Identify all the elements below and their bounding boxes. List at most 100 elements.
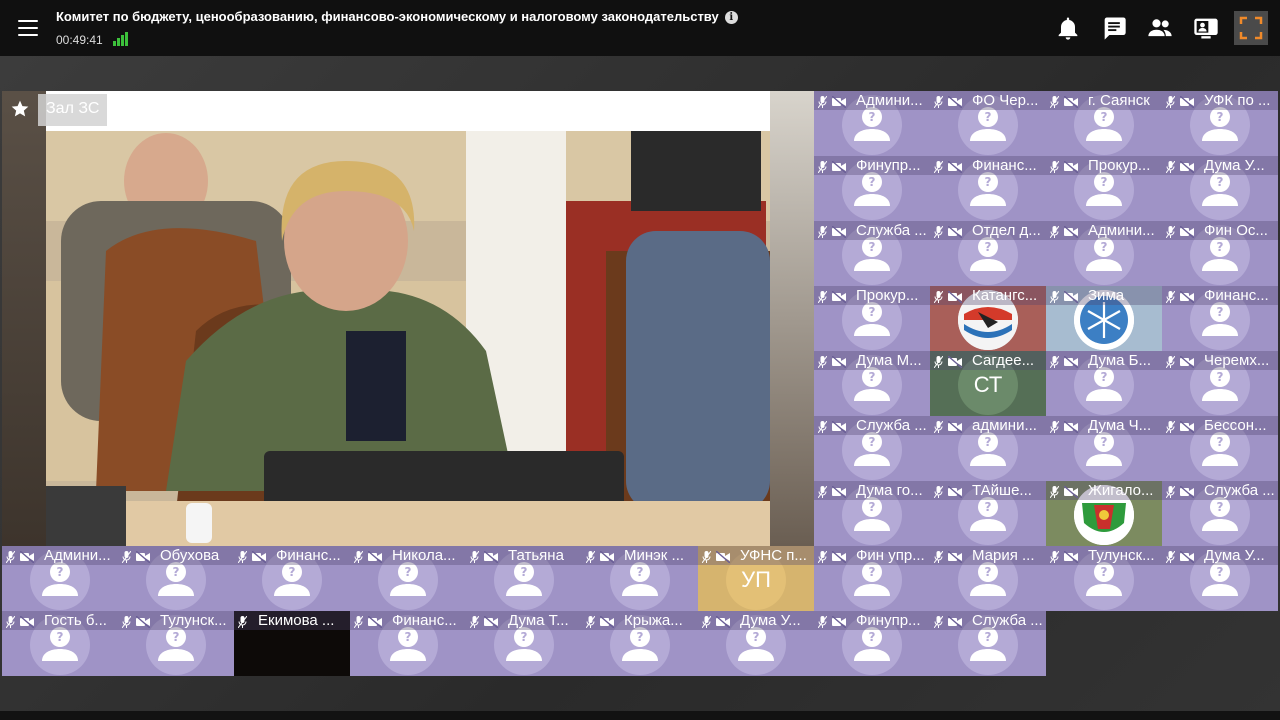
participant-tile[interactable]: ? Крыжа... (582, 611, 698, 676)
participant-name: Дума го... (856, 482, 923, 499)
mic-muted-icon (817, 420, 828, 434)
participant-tile[interactable]: ? Дума У... (1162, 156, 1278, 221)
participant-tile[interactable]: ? Дума У... (1162, 546, 1278, 611)
mic-muted-icon (1165, 485, 1176, 499)
participant-tile[interactable]: ? Служба ... (1162, 481, 1278, 546)
svg-text:?: ? (1217, 435, 1224, 449)
participant-tile[interactable]: Зима (1046, 286, 1162, 351)
participant-tile[interactable]: ? г. Саянск (1046, 91, 1162, 156)
participant-tile[interactable]: ? Фин Ос... (1162, 221, 1278, 286)
participant-tile[interactable]: Екимова ... (234, 611, 350, 676)
participants-icon[interactable] (1146, 14, 1174, 42)
mic-muted-icon (585, 550, 596, 564)
top-bar: Комитет по бюджету, ценообразованию, фин… (0, 0, 1280, 56)
participant-tile[interactable]: ? Тулунск... (1046, 546, 1162, 611)
participant-name: Екимова ... (258, 612, 335, 629)
participant-tile[interactable]: ? Бессон... (1162, 416, 1278, 481)
participant-tile[interactable]: ? Отдел д... (930, 221, 1046, 286)
participant-tile[interactable]: ? Татьяна (466, 546, 582, 611)
participant-tile[interactable]: ? Служба ... (814, 416, 930, 481)
camera-off-icon (135, 615, 151, 629)
participant-tile[interactable]: ? Минэк ... (582, 546, 698, 611)
mic-muted-icon (933, 95, 944, 109)
participant-tile[interactable]: ? Админи... (814, 91, 930, 156)
participant-tile[interactable]: ? Админи... (2, 546, 118, 611)
mic-muted-icon (1049, 485, 1060, 499)
participant-tile[interactable]: ? Дума М... (814, 351, 930, 416)
meeting-timer: 00:49:41 (56, 33, 103, 47)
participant-name: Финанс... (972, 157, 1037, 174)
participant-tile[interactable]: ? Дума Т... (466, 611, 582, 676)
participant-tile[interactable]: ? админи... (930, 416, 1046, 481)
participant-name: Никола... (392, 547, 456, 564)
participant-tile[interactable]: ? Служба ... (814, 221, 930, 286)
camera-off-icon (947, 420, 963, 434)
participant-tile[interactable]: ? Дума У... (698, 611, 814, 676)
participant-tile[interactable]: ? Финупр... (814, 611, 930, 676)
svg-text:?: ? (985, 630, 992, 644)
participant-tile[interactable]: ? Финупр... (814, 156, 930, 221)
menu-icon[interactable] (14, 16, 42, 40)
camera-off-icon (367, 615, 383, 629)
svg-text:?: ? (869, 240, 876, 254)
mic-muted-icon (1165, 550, 1176, 564)
screen-share-icon[interactable] (1192, 14, 1220, 42)
participant-tile[interactable]: ? ФО Чер... (930, 91, 1046, 156)
camera-off-icon (251, 550, 267, 564)
participant-tile[interactable]: ? Фин упр... (814, 546, 930, 611)
mic-muted-icon (5, 615, 16, 629)
svg-text:?: ? (985, 500, 992, 514)
participant-tile[interactable]: ? Гость б... (2, 611, 118, 676)
participant-name: Служба ... (856, 417, 927, 434)
camera-off-icon (831, 355, 847, 369)
mic-muted-icon (5, 550, 16, 564)
star-icon[interactable] (10, 99, 30, 119)
participant-name: Сагдее... (972, 352, 1035, 369)
participant-tile[interactable]: ? Мария ... (930, 546, 1046, 611)
bell-icon[interactable] (1054, 14, 1082, 42)
participant-tile[interactable]: ? Обухова (118, 546, 234, 611)
svg-text:?: ? (1101, 175, 1108, 189)
participant-tile[interactable]: ? Черемх... (1162, 351, 1278, 416)
participant-tile[interactable]: ? Финанс... (930, 156, 1046, 221)
participant-name: Тулунск... (160, 612, 227, 629)
camera-off-icon (947, 225, 963, 239)
participant-tile[interactable]: ? Дума Ч... (1046, 416, 1162, 481)
camera-off-icon (947, 290, 963, 304)
mic-muted-icon (1049, 160, 1060, 174)
participant-tile[interactable]: ? ТАйше... (930, 481, 1046, 546)
participant-name: Татьяна (508, 547, 564, 564)
participant-tile[interactable]: Катангс... (930, 286, 1046, 351)
camera-off-icon (135, 550, 151, 564)
chat-icon[interactable] (1100, 14, 1128, 42)
main-video[interactable]: Зал ЗС (2, 91, 814, 546)
participant-tile[interactable]: СТ Сагдее... (930, 351, 1046, 416)
participant-tile[interactable]: ? Дума Б... (1046, 351, 1162, 416)
participant-tile[interactable]: Жигало... (1046, 481, 1162, 546)
participant-tile[interactable]: ? Служба ... (930, 611, 1046, 676)
svg-text:?: ? (1217, 175, 1224, 189)
mic-muted-icon (353, 615, 364, 629)
video-border-right (770, 91, 814, 546)
svg-text:?: ? (521, 565, 528, 579)
participant-tile[interactable]: ? Тулунск... (118, 611, 234, 676)
fullscreen-button[interactable] (1234, 11, 1268, 45)
camera-off-icon (1179, 485, 1195, 499)
participant-tile[interactable]: ? УФК по ... (1162, 91, 1278, 156)
mic-muted-icon (1049, 420, 1060, 434)
participant-tile[interactable]: ? Финанс... (234, 546, 350, 611)
mic-muted-icon (701, 550, 712, 564)
participant-tile[interactable]: ? Прокур... (1046, 156, 1162, 221)
participant-tile[interactable]: ? Дума го... (814, 481, 930, 546)
participant-tile[interactable]: ? Админи... (1046, 221, 1162, 286)
info-icon[interactable]: i (724, 11, 738, 24)
participant-tile[interactable]: УП УФНС п... (698, 546, 814, 611)
svg-text:?: ? (869, 110, 876, 124)
participant-tile[interactable]: ? Никола... (350, 546, 466, 611)
camera-off-icon (1063, 225, 1079, 239)
camera-off-icon (1179, 290, 1195, 304)
participant-tile[interactable]: ? Финанс... (350, 611, 466, 676)
mic-muted-icon (353, 550, 364, 564)
participant-tile[interactable]: ? Финанс... (1162, 286, 1278, 351)
participant-tile[interactable]: ? Прокур... (814, 286, 930, 351)
